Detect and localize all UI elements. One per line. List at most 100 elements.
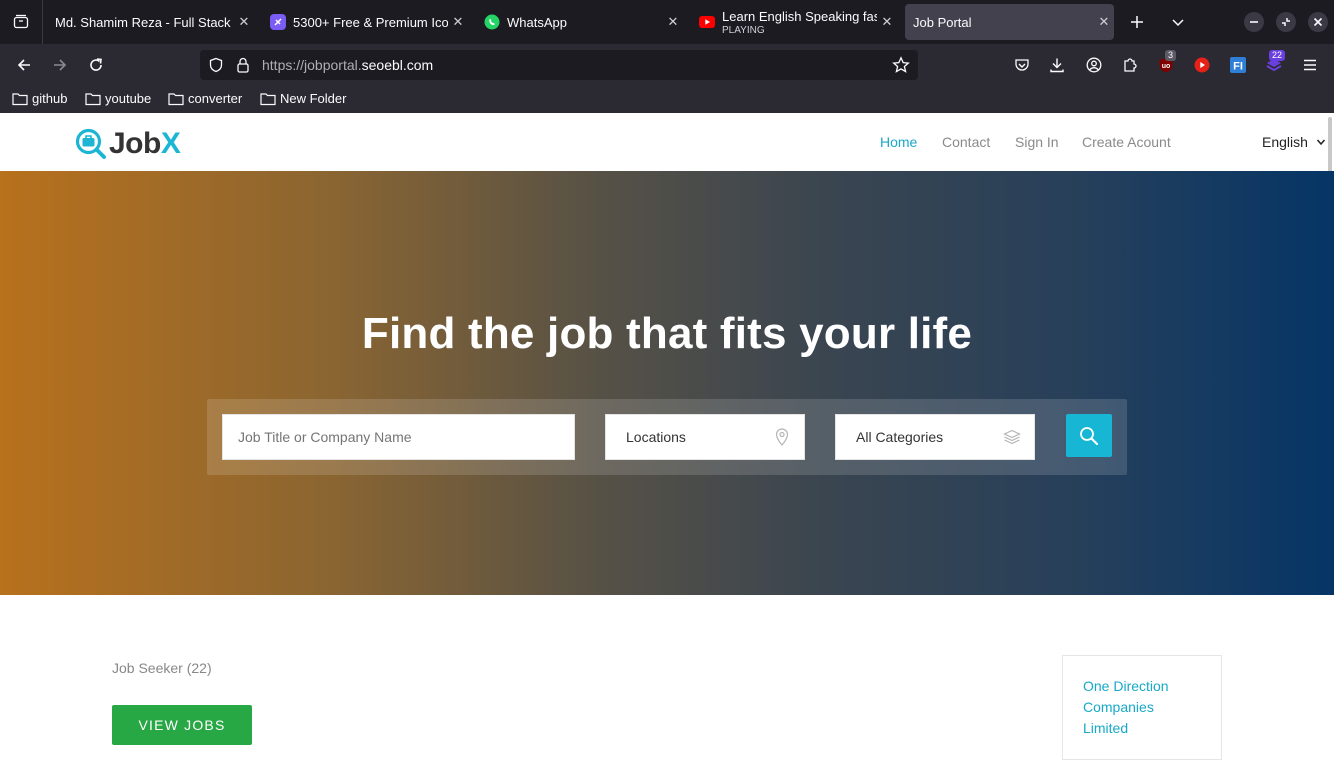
list-all-tabs-button[interactable] <box>1168 12 1188 32</box>
job-seeker-label: Job Seeker <box>112 660 183 676</box>
site-logo[interactable]: JobX <box>75 127 181 161</box>
bookmark-star-icon[interactable] <box>892 56 910 74</box>
ublock-badge: 3 <box>1165 50 1177 61</box>
chevron-down-icon <box>1316 139 1325 146</box>
forward-button[interactable] <box>50 55 70 75</box>
lock-icon <box>237 57 249 73</box>
ublock-extension-button[interactable]: uo 3 <box>1156 50 1177 75</box>
tab-overview-icon <box>13 14 29 29</box>
nav-contact[interactable]: Contact <box>942 134 990 150</box>
folder-icon <box>12 92 28 105</box>
keyword-field[interactable] <box>222 414 575 460</box>
tab-job-portal[interactable]: Job Portal ✕ <box>905 4 1114 40</box>
extensions-button[interactable] <box>1120 55 1140 75</box>
account-button[interactable] <box>1084 55 1104 75</box>
tab-title: 5300+ Free & Premium Icons <box>293 14 448 30</box>
bookmark-label: New Folder <box>280 91 347 106</box>
tab-title: Learn English Speaking fast <box>722 8 877 24</box>
app-menu-button[interactable] <box>1300 55 1320 75</box>
close-icon <box>1313 17 1323 27</box>
view-jobs-button[interactable]: VIEW JOBS <box>112 705 252 745</box>
tab-whatsapp[interactable]: WhatsApp ✕ <box>476 4 683 40</box>
bookmark-folder-github[interactable]: github <box>12 91 67 106</box>
url-domain: seoebl.com <box>361 57 434 73</box>
plus-icon <box>1131 16 1143 28</box>
purple-extension-button[interactable]: 22 <box>1264 50 1286 75</box>
category-label: All Categories <box>856 429 944 445</box>
close-tab-icon[interactable]: ✕ <box>448 14 468 30</box>
svg-text:uo: uo <box>1162 63 1171 70</box>
language-select[interactable]: English <box>1262 134 1326 150</box>
browser-nav-bar: https://jobportal.seoebl.com uo 3 FI 22 <box>0 44 1334 87</box>
tab-playing-label: PLAYING <box>722 24 765 36</box>
tab-title: Job Portal <box>913 14 972 30</box>
address-bar[interactable]: https://jobportal.seoebl.com <box>200 50 918 80</box>
bookmark-folder-new-folder[interactable]: New Folder <box>260 91 346 106</box>
pocket-button[interactable] <box>1012 55 1032 75</box>
youtube-extension-icon <box>1194 57 1210 73</box>
restore-button[interactable] <box>1276 12 1296 32</box>
logo-word: Job <box>109 127 161 160</box>
location-select[interactable]: Locations <box>605 414 805 460</box>
bookmarks-toolbar: github youtube converter New Folder <box>0 87 1334 113</box>
account-icon <box>1086 57 1102 73</box>
folder-icon <box>168 92 184 105</box>
hamburger-menu-icon <box>1304 59 1316 71</box>
hero-banner: Find the job that fits your life Locatio… <box>0 171 1334 595</box>
arrow-left-icon <box>17 59 30 71</box>
logo-text: JobX <box>109 127 181 161</box>
svg-text:FI: FI <box>1233 61 1243 73</box>
font-extension-button[interactable]: FI <box>1228 55 1248 75</box>
job-search-form: Locations All Categories <box>207 399 1127 475</box>
job-seeker-count: Job Seeker (22) <box>112 660 212 676</box>
icons-site-icon <box>270 14 286 30</box>
close-tab-icon[interactable]: ✕ <box>1094 14 1114 30</box>
close-window-button[interactable] <box>1308 12 1328 32</box>
youtube-extension-button[interactable] <box>1192 55 1212 75</box>
hero-title: Find the job that fits your life <box>361 309 973 358</box>
youtube-icon <box>699 14 715 30</box>
minimize-icon <box>1250 21 1258 23</box>
minimize-button[interactable] <box>1244 12 1264 32</box>
close-tab-icon[interactable]: ✕ <box>663 14 683 30</box>
back-button[interactable] <box>14 55 34 75</box>
reload-icon <box>90 58 102 71</box>
nav-home[interactable]: Home <box>880 134 917 150</box>
language-value: English <box>1262 134 1308 150</box>
tab-portfolio[interactable]: Md. Shamim Reza - Full Stack ✕ <box>47 4 254 40</box>
company-link[interactable]: One Direction Companies Limited <box>1083 676 1193 739</box>
reload-button[interactable] <box>86 55 106 75</box>
bookmark-folder-youtube[interactable]: youtube <box>85 91 151 106</box>
bookmark-folder-converter[interactable]: converter <box>168 91 242 106</box>
tab-icons[interactable]: 5300+ Free & Premium Icons ✕ <box>262 4 468 40</box>
tab-list-button[interactable] <box>0 0 43 44</box>
arrow-right-icon <box>54 59 67 71</box>
job-seeker-number: (22) <box>186 660 212 676</box>
bookmark-label: youtube <box>105 91 152 106</box>
tab-title: Md. Shamim Reza - Full Stack <box>55 14 231 30</box>
nav-create-account[interactable]: Create Acount <box>1082 134 1171 150</box>
close-tab-icon[interactable]: ✕ <box>877 14 897 30</box>
extension-badge: 22 <box>1269 50 1286 61</box>
browser-tab-bar: Md. Shamim Reza - Full Stack ✕ 5300+ Fre… <box>0 0 1334 44</box>
search-icon <box>1080 426 1099 445</box>
pocket-icon <box>1015 59 1029 71</box>
bookmark-label: converter <box>188 91 243 106</box>
puzzle-icon <box>1124 58 1137 72</box>
shield-icon <box>209 57 223 73</box>
restore-icon <box>1282 18 1290 26</box>
search-button[interactable] <box>1066 414 1112 457</box>
folder-icon <box>85 92 101 105</box>
tab-title: WhatsApp <box>507 14 567 30</box>
tab-youtube[interactable]: Learn English Speaking fast PLAYING ✕ <box>691 4 897 40</box>
close-tab-icon[interactable]: ✕ <box>234 14 254 30</box>
downloads-button[interactable] <box>1047 55 1067 75</box>
new-tab-button[interactable] <box>1127 12 1147 32</box>
keyword-input[interactable] <box>223 428 574 446</box>
category-select[interactable]: All Categories <box>835 414 1035 460</box>
search-briefcase-logo-icon <box>75 128 106 159</box>
url-prefix: https://jobportal. <box>262 57 362 73</box>
logo-accent: X <box>160 127 181 160</box>
nav-sign-in[interactable]: Sign In <box>1015 134 1059 150</box>
map-pin-icon <box>760 428 804 446</box>
